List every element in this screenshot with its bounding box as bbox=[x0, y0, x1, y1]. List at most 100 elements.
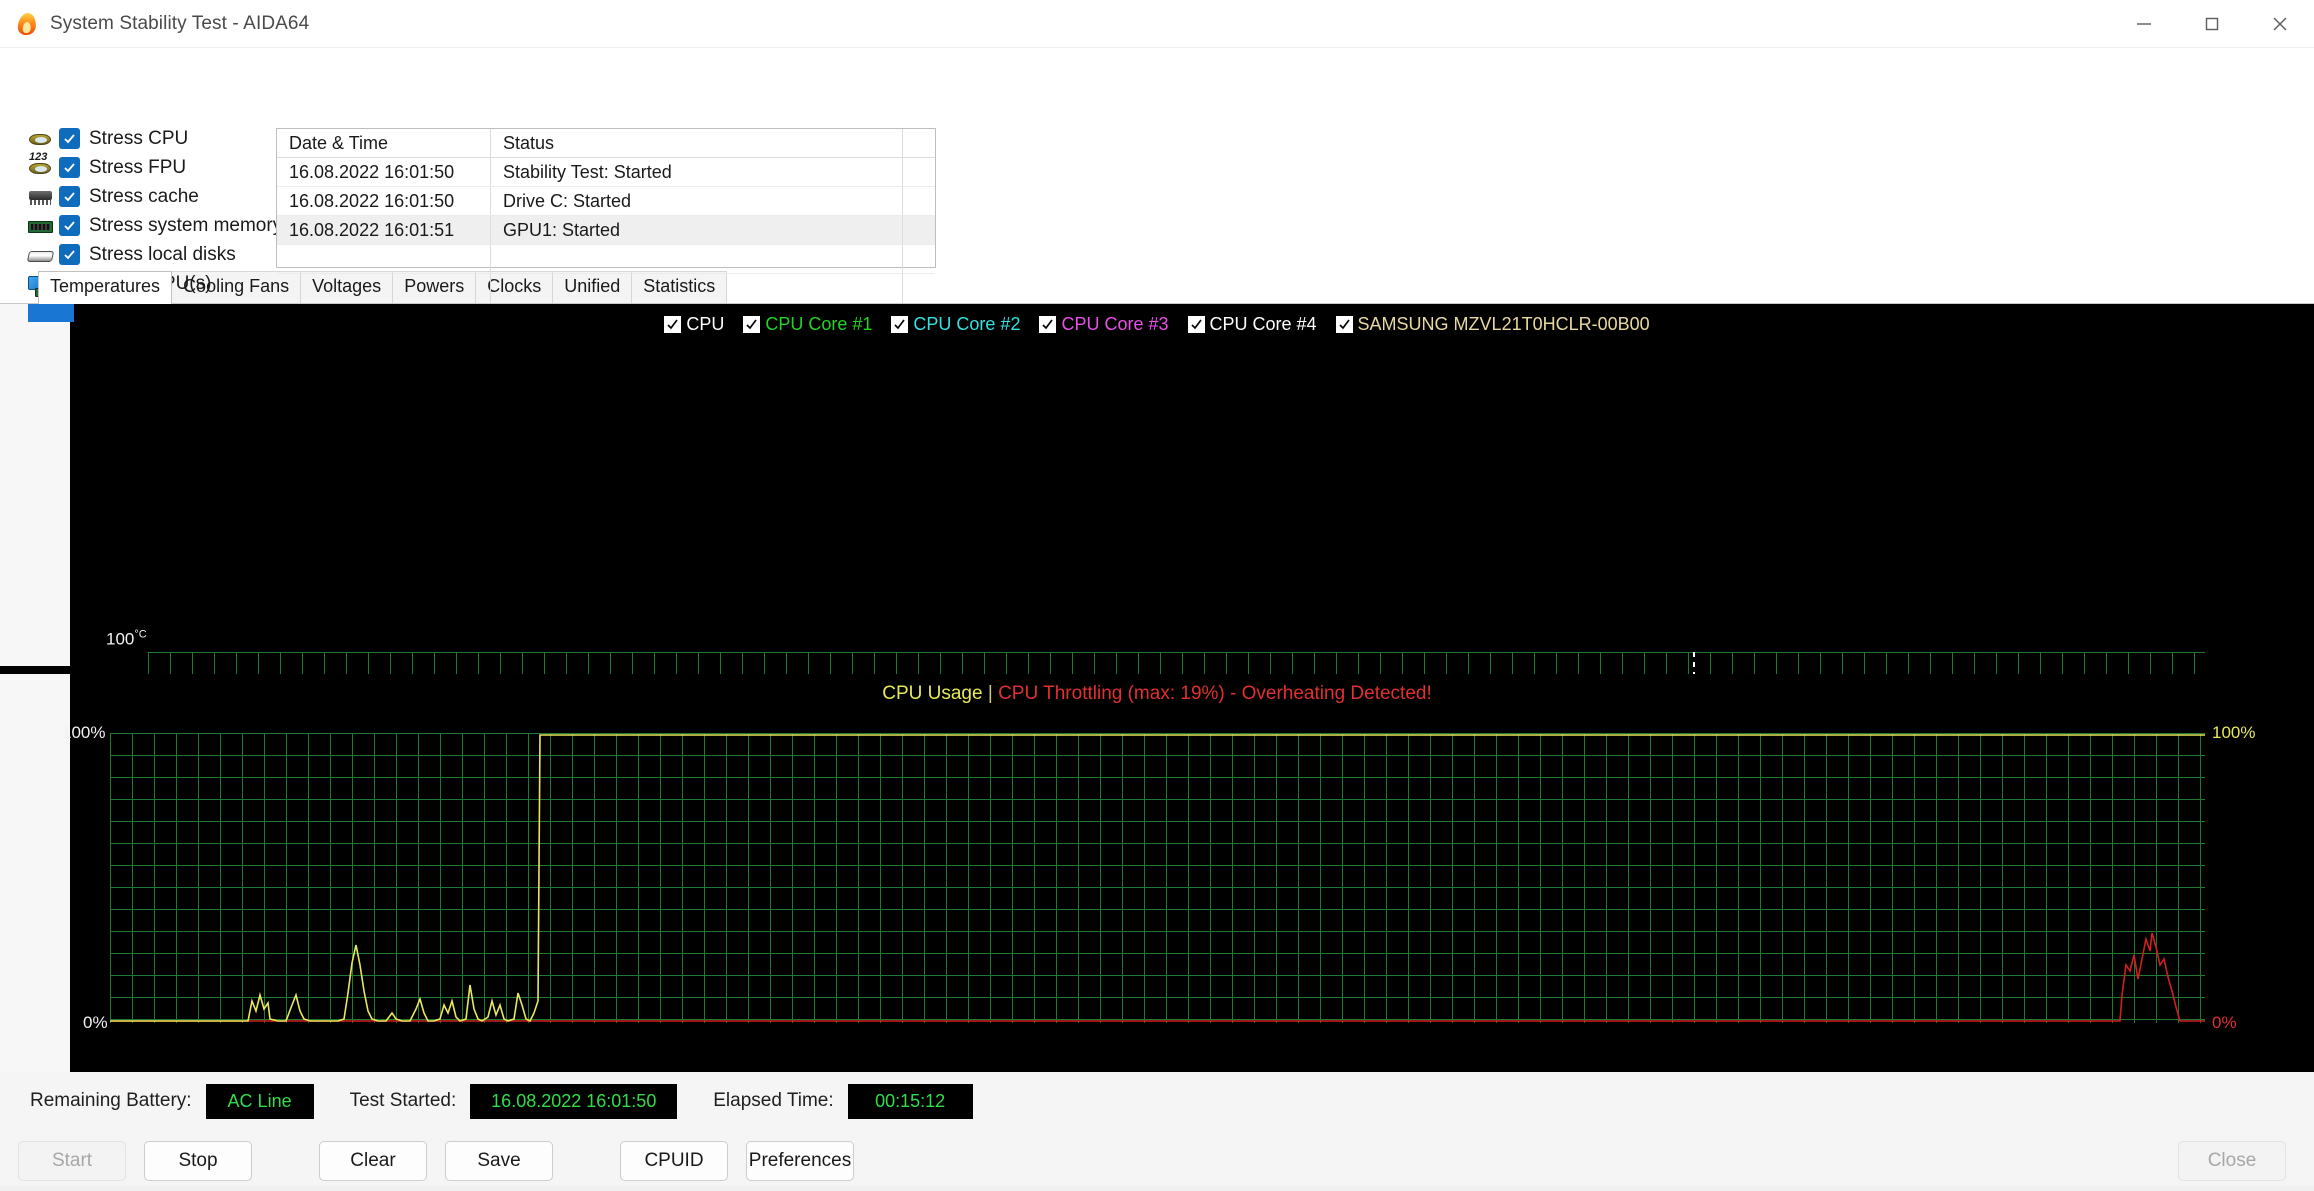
cpuid-button[interactable]: CPUID bbox=[620, 1140, 728, 1181]
cpu-usage-plot-area[interactable] bbox=[110, 733, 2205, 1023]
checkbox-stress-cpu[interactable] bbox=[59, 128, 80, 149]
checkbox-stress-cache[interactable] bbox=[59, 186, 80, 207]
options-and-log-panel: Stress CPU 123 Stress FPU Stress cache S… bbox=[0, 48, 2314, 303]
stress-option-cpu[interactable]: Stress CPU bbox=[26, 124, 316, 153]
checkbox-stress-system-memory[interactable] bbox=[59, 215, 80, 236]
cell-date-time: 16.08.2022 16:01:50 bbox=[277, 187, 491, 215]
checkbox-stress-fpu[interactable] bbox=[59, 157, 80, 178]
cell-date-time bbox=[277, 274, 491, 303]
legend-item-cpu-core-2[interactable]: CPU Core #2 bbox=[891, 314, 1020, 335]
cell-status: Stability Test: Started bbox=[491, 158, 903, 186]
event-log-table[interactable]: Date & Time Status 16.08.2022 16:01:50 S… bbox=[276, 128, 936, 303]
stop-button[interactable]: Stop bbox=[144, 1140, 252, 1181]
legend-checkbox-samsung-ssd[interactable] bbox=[1335, 316, 1353, 333]
table-row[interactable]: 16.08.2022 16:01:50 Stability Test: Star… bbox=[277, 158, 935, 187]
legend-checkbox-cpu-core-2[interactable] bbox=[891, 316, 909, 333]
cpu-axis-label-right-top: 100% bbox=[2212, 723, 2256, 742]
stress-option-label: Stress system memory bbox=[89, 214, 283, 236]
cpu-axis-label-left-bottom: 0% bbox=[83, 1013, 108, 1032]
table-row[interactable] bbox=[277, 245, 935, 274]
table-row[interactable] bbox=[277, 274, 935, 303]
close-icon[interactable] bbox=[2246, 0, 2314, 48]
temperature-chart-legend: CPU CPU Core #1 CPU Core #2 CPU Core #3 … bbox=[0, 314, 2314, 335]
column-header-date-time[interactable]: Date & Time bbox=[277, 129, 491, 157]
aida64-stability-test-window: System Stability Test - AIDA64 Stress CP… bbox=[0, 0, 2314, 1191]
table-row[interactable]: 16.08.2022 16:01:50 Drive C: Started bbox=[277, 187, 935, 216]
table-row[interactable]: 16.08.2022 16:01:51 GPU1: Started bbox=[277, 216, 935, 245]
legend-item-cpu[interactable]: CPU bbox=[664, 314, 724, 335]
stress-option-label: Stress CPU bbox=[89, 127, 189, 149]
cpu-usage-title-primary: CPU Usage bbox=[882, 683, 983, 704]
legend-item-samsung-ssd[interactable]: SAMSUNG MZVL21T0HCLR-00B00 bbox=[1335, 314, 1650, 335]
window-bottom-edge bbox=[0, 1186, 2314, 1191]
cell-status: GPU1: Started bbox=[491, 216, 903, 244]
legend-label: CPU Core #1 bbox=[765, 314, 873, 334]
status-strip: Remaining Battery: AC Line Test Started:… bbox=[0, 1072, 2314, 1130]
window-title: System Stability Test - AIDA64 bbox=[50, 12, 310, 34]
column-header-status[interactable]: Status bbox=[491, 129, 903, 157]
close-button[interactable]: Close bbox=[2178, 1140, 2286, 1181]
legend-item-cpu-core-4[interactable]: CPU Core #4 bbox=[1187, 314, 1317, 335]
cell-spacer bbox=[903, 216, 935, 244]
stress-option-local-disks[interactable]: Stress local disks bbox=[26, 240, 316, 269]
cell-date-time: 16.08.2022 16:01:51 bbox=[277, 216, 491, 244]
start-button[interactable]: Start bbox=[18, 1140, 126, 1181]
elapsed-time-value: 00:15:12 bbox=[847, 1083, 973, 1119]
fpu-chip-icon: 123 bbox=[26, 151, 56, 179]
legend-label: CPU Core #4 bbox=[1209, 314, 1317, 334]
cpu-chip-icon bbox=[26, 128, 56, 150]
cpu-usage-chart-title: CPU Usage | CPU Throttling (max: 19%) - … bbox=[0, 683, 2314, 705]
flame-icon bbox=[14, 11, 40, 37]
column-header-spacer bbox=[903, 129, 935, 157]
legend-label: CPU Core #3 bbox=[1061, 314, 1169, 334]
legend-checkbox-cpu-core-4[interactable] bbox=[1187, 316, 1205, 333]
charts-area: CPU CPU Core #1 CPU Core #2 CPU Core #3 … bbox=[0, 304, 2314, 1072]
button-bar: Start Stop Clear Save CPUID Preferences … bbox=[0, 1130, 2314, 1191]
legend-checkbox-cpu[interactable] bbox=[664, 316, 682, 333]
elapsed-time-label: Elapsed Time: bbox=[713, 1090, 834, 1111]
cell-status bbox=[491, 274, 903, 303]
temperature-chart[interactable]: CPU CPU Core #1 CPU Core #2 CPU Core #3 … bbox=[0, 304, 2314, 964]
minimize-icon[interactable] bbox=[2110, 0, 2178, 48]
legend-label: SAMSUNG MZVL21T0HCLR-00B00 bbox=[1357, 314, 1650, 334]
stress-option-cache[interactable]: Stress cache bbox=[26, 182, 316, 211]
cell-spacer bbox=[903, 158, 935, 186]
cell-date-time bbox=[277, 245, 491, 273]
temp-axis-label-top: 100°C bbox=[106, 628, 147, 649]
stress-option-label: Stress FPU bbox=[89, 156, 187, 178]
tab-temperatures[interactable]: Temperatures bbox=[38, 271, 173, 304]
clear-button[interactable]: Clear bbox=[319, 1140, 427, 1181]
test-started-value: 16.08.2022 16:01:50 bbox=[470, 1083, 678, 1119]
preferences-button[interactable]: Preferences bbox=[746, 1140, 854, 1181]
legend-label: CPU bbox=[686, 314, 725, 334]
checkbox-stress-local-disks[interactable] bbox=[59, 244, 80, 265]
cpu-chart-left-gutter bbox=[0, 674, 70, 1072]
save-button[interactable]: Save bbox=[445, 1140, 553, 1181]
legend-item-cpu-core-3[interactable]: CPU Core #3 bbox=[1039, 314, 1169, 335]
cache-chip-icon bbox=[26, 186, 56, 208]
cell-spacer bbox=[903, 187, 935, 215]
hard-disk-icon bbox=[26, 244, 56, 266]
stress-option-fpu[interactable]: 123 Stress FPU bbox=[26, 151, 316, 182]
cell-status: Drive C: Started bbox=[491, 187, 903, 215]
cell-status bbox=[491, 245, 903, 273]
cpu-axis-label-right-bottom: 0% bbox=[2212, 1013, 2237, 1032]
stress-option-label: Stress cache bbox=[89, 185, 199, 207]
stress-option-label: Stress local disks bbox=[89, 243, 236, 265]
cell-spacer bbox=[903, 274, 935, 303]
test-started-label: Test Started: bbox=[349, 1090, 457, 1111]
memory-module-icon bbox=[26, 215, 56, 237]
stress-option-system-memory[interactable]: Stress system memory bbox=[26, 211, 316, 240]
legend-label: CPU Core #2 bbox=[913, 314, 1021, 334]
legend-checkbox-cpu-core-3[interactable] bbox=[1039, 316, 1057, 333]
window-controls bbox=[2110, 0, 2314, 48]
cpu-usage-title-secondary: CPU Throttling (max: 19%) - Overheating … bbox=[998, 683, 1432, 704]
maximize-icon[interactable] bbox=[2178, 0, 2246, 48]
cpu-usage-chart[interactable]: CPU Usage | CPU Throttling (max: 19%) - … bbox=[0, 674, 2314, 1072]
title-bar: System Stability Test - AIDA64 bbox=[0, 0, 2314, 48]
temperature-chart-left-gutter bbox=[0, 304, 70, 666]
legend-checkbox-cpu-core-1[interactable] bbox=[743, 316, 761, 333]
cell-spacer bbox=[903, 245, 935, 273]
remaining-battery-value: AC Line bbox=[205, 1083, 314, 1119]
legend-item-cpu-core-1[interactable]: CPU Core #1 bbox=[743, 314, 872, 335]
